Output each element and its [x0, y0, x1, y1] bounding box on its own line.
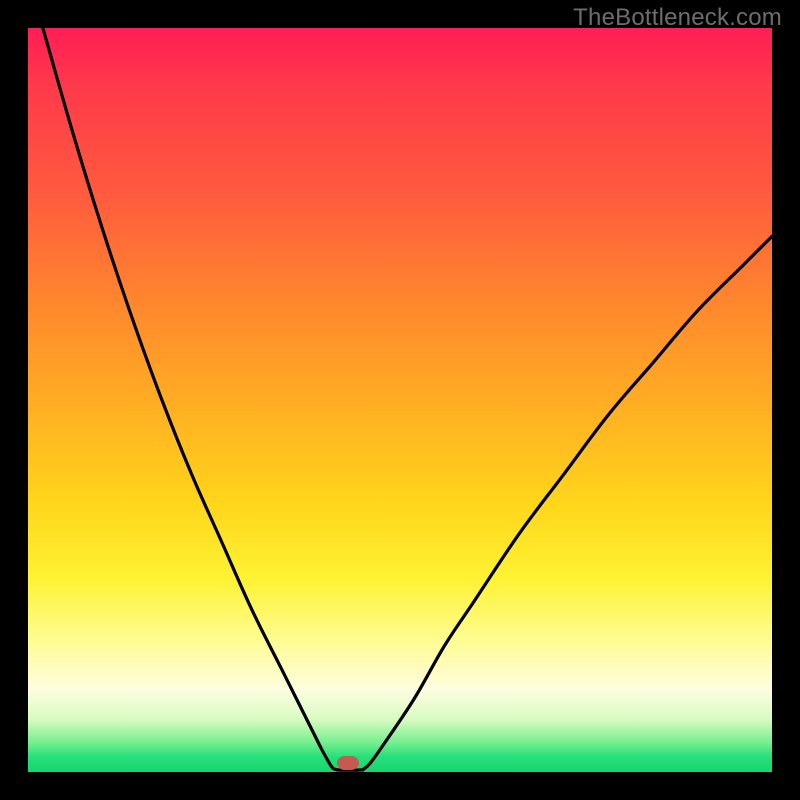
plot-area — [28, 28, 772, 772]
right-branch-path — [363, 236, 772, 769]
left-branch-path — [43, 28, 337, 770]
curve-layer — [28, 28, 772, 772]
chart-stage: TheBottleneck.com — [0, 0, 800, 800]
watermark-text: TheBottleneck.com — [573, 4, 782, 32]
optimal-point-marker — [337, 756, 359, 770]
